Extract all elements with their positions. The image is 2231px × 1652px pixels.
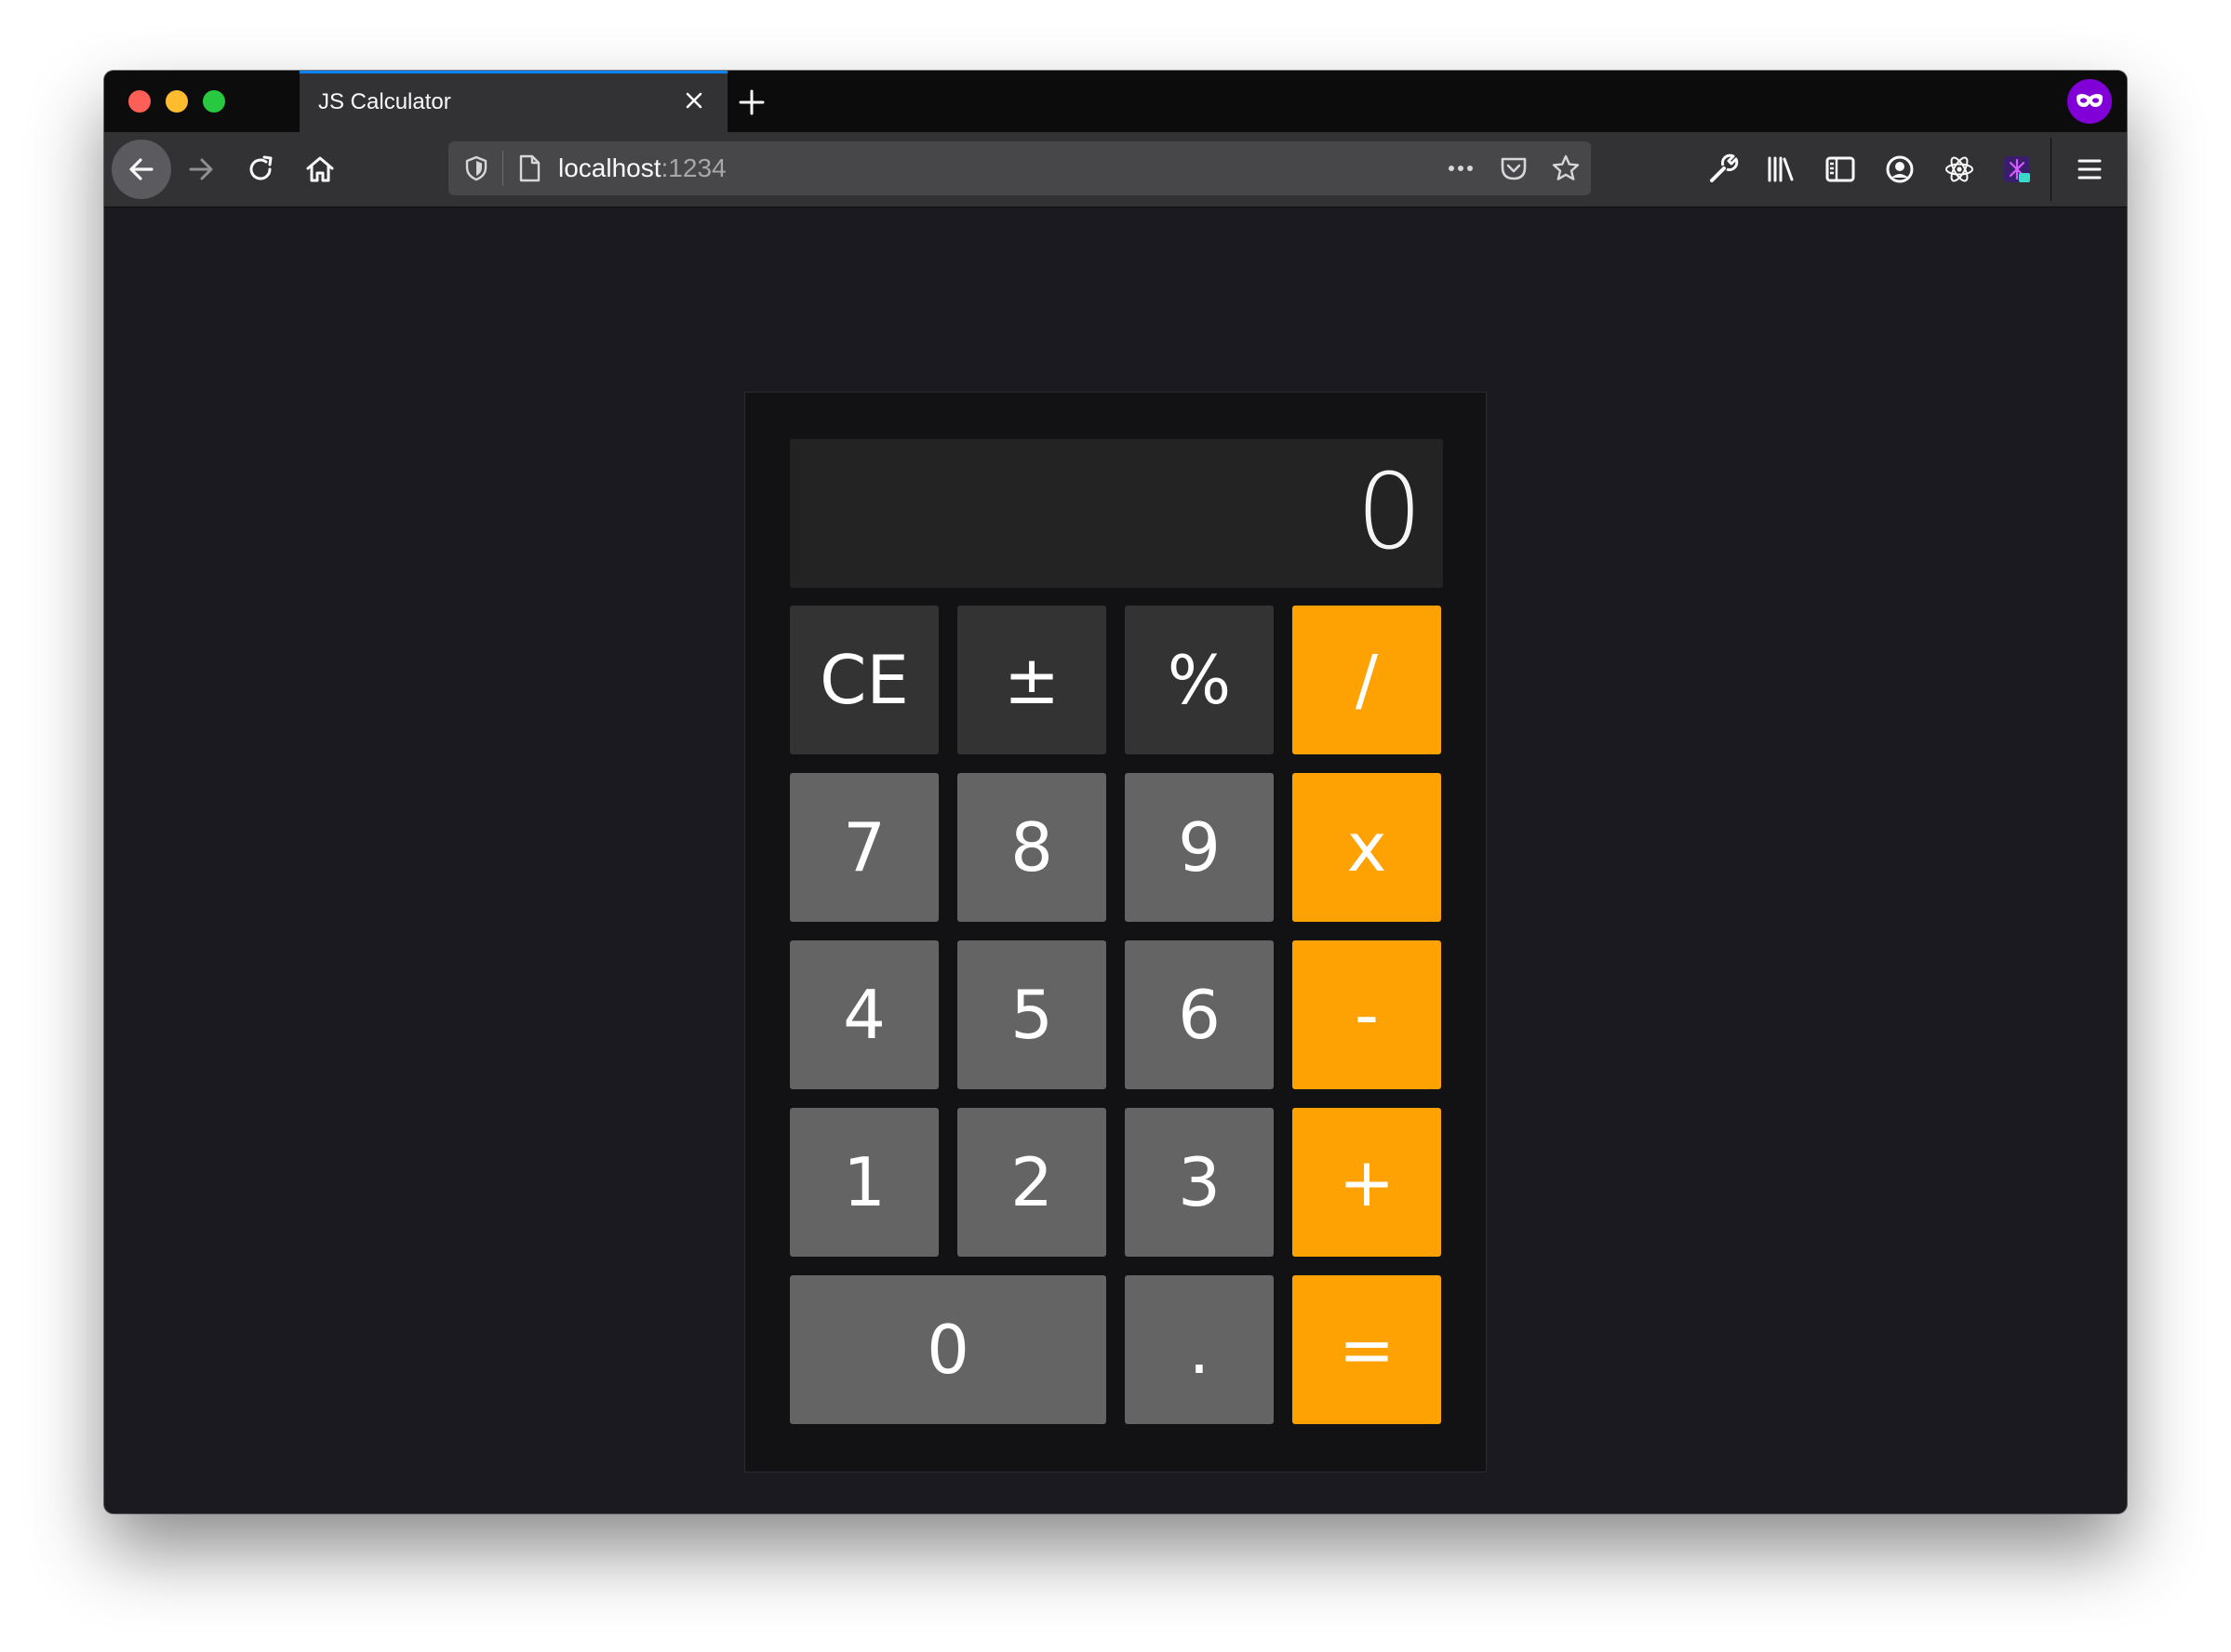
tab-strip: JS Calculator <box>104 71 2127 132</box>
digit-4-button[interactable]: 4 <box>790 940 939 1089</box>
toggle-sign-button[interactable]: ± <box>957 606 1106 754</box>
close-icon[interactable] <box>677 84 711 117</box>
account-icon[interactable] <box>1881 151 1918 188</box>
display-value: 0 <box>1356 452 1423 573</box>
calculator-display: 0 <box>790 439 1443 588</box>
subtract-button[interactable]: - <box>1292 940 1441 1089</box>
wrench-icon[interactable] <box>1704 151 1742 188</box>
page-icon[interactable] <box>514 153 545 184</box>
pocket-icon[interactable] <box>1498 153 1530 184</box>
multiply-button[interactable]: x <box>1292 773 1441 922</box>
back-button[interactable] <box>112 140 171 199</box>
digit-8-button[interactable]: 8 <box>957 773 1106 922</box>
clear-entry-button[interactable]: CE <box>790 606 939 754</box>
sidebar-icon[interactable] <box>1822 151 1859 188</box>
percent-button[interactable]: % <box>1125 606 1274 754</box>
window-close-button[interactable] <box>128 90 151 113</box>
reload-icon <box>249 155 273 180</box>
decimal-button[interactable]: . <box>1125 1275 1274 1424</box>
divide-button[interactable]: / <box>1292 606 1441 754</box>
tab-active-indicator <box>300 71 728 73</box>
browser-window: JS Calculator localhost:1234 0 CE ± % / … <box>104 71 2127 1513</box>
bookmark-star-icon[interactable] <box>1550 153 1582 184</box>
library-icon[interactable] <box>1762 151 1799 188</box>
digit-9-button[interactable]: 9 <box>1125 773 1274 922</box>
url-host: localhost <box>558 153 661 182</box>
arrow-left-icon <box>129 158 154 180</box>
private-browsing-mask-icon <box>2067 79 2112 124</box>
react-devtools-icon[interactable] <box>1941 151 1978 188</box>
window-maximize-button[interactable] <box>203 90 225 113</box>
home-button[interactable] <box>290 140 350 199</box>
tracking-protection-shield-icon[interactable] <box>461 153 491 183</box>
page-content: 0 CE ±%/ 7 8 9 x 4 5 6- 1 2 3 +0. = <box>104 207 2127 1513</box>
url-port: :1234 <box>661 153 727 182</box>
extension-icon[interactable] <box>1998 151 2036 188</box>
home-icon <box>306 156 334 182</box>
hamburger-menu-icon[interactable] <box>2071 151 2108 188</box>
more-actions-icon[interactable] <box>1444 154 1477 182</box>
add-button[interactable]: + <box>1292 1108 1441 1257</box>
url-text[interactable]: localhost:1234 <box>558 153 727 183</box>
keypad: CE ±%/ 7 8 9 x 4 5 6- 1 2 3 +0. = <box>790 606 1443 1424</box>
url-bar[interactable]: localhost:1234 <box>448 141 1591 195</box>
digit-7-button[interactable]: 7 <box>790 773 939 922</box>
url-bar-divider <box>502 151 503 186</box>
digit-5-button[interactable]: 5 <box>957 940 1106 1089</box>
tab-title: JS Calculator <box>318 89 451 114</box>
digit-0-button[interactable]: 0 <box>790 1275 1106 1424</box>
arrow-right-icon <box>189 158 213 180</box>
tab-js-calculator[interactable]: JS Calculator <box>300 71 728 132</box>
equals-button[interactable]: = <box>1292 1275 1441 1424</box>
window-minimize-button[interactable] <box>166 90 188 113</box>
plus-icon[interactable] <box>729 80 774 125</box>
forward-button[interactable] <box>171 140 231 199</box>
calculator: 0 CE ±%/ 7 8 9 x 4 5 6- 1 2 3 +0. = <box>744 392 1487 1472</box>
digit-3-button[interactable]: 3 <box>1125 1108 1274 1257</box>
digit-2-button[interactable]: 2 <box>957 1108 1106 1257</box>
digit-6-button[interactable]: 6 <box>1125 940 1274 1089</box>
reload-button[interactable] <box>231 140 290 199</box>
navigation-bar: localhost:1234 <box>104 132 2127 207</box>
digit-1-button[interactable]: 1 <box>790 1108 939 1257</box>
